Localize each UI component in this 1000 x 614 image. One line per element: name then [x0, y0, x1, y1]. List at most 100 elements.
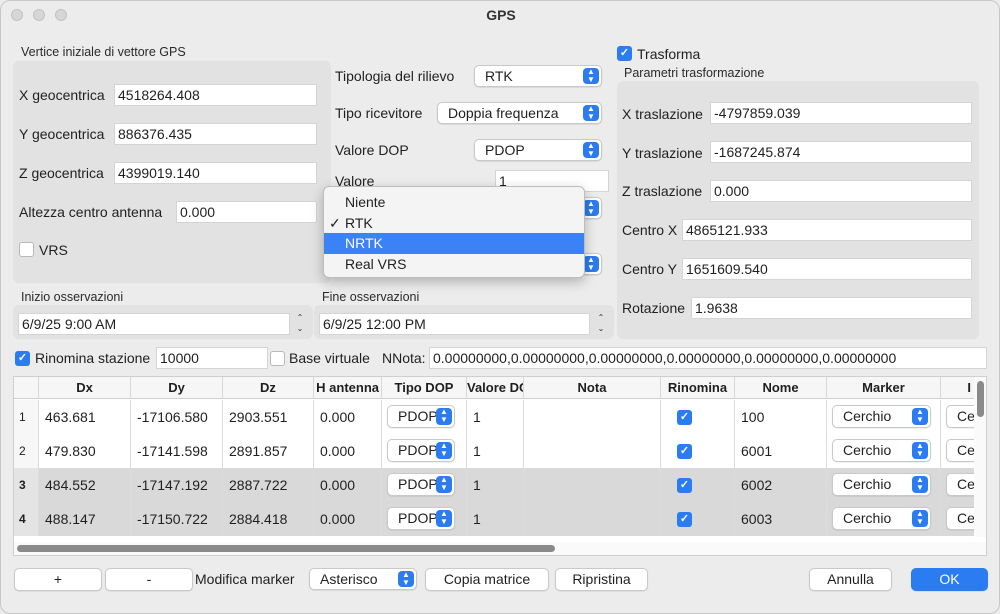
z-geocentric-field[interactable]: 4399019.140	[114, 162, 317, 184]
cell-dop-type-popup[interactable]: PDOP ▲ ▼	[387, 439, 455, 462]
end-observations-field[interactable]: 6/9/25 12:00 PM	[319, 313, 590, 335]
table-row[interactable]: 4 488.147 -17150.722 2884.418 0.000 PDOP ▲ ▼ 1 ✓ 6…	[14, 502, 986, 536]
ok-button[interactable]: OK	[911, 568, 988, 591]
y-translation-field[interactable]: -1687245.874	[710, 141, 972, 163]
cell-dy[interactable]: -17147.192	[131, 468, 223, 502]
cell-rename[interactable]: ✓	[661, 434, 735, 468]
cell-dop-value[interactable]: 1	[467, 502, 524, 536]
cell-rename[interactable]: ✓	[661, 468, 735, 502]
x-geocentric-field[interactable]: 4518264.408	[114, 84, 317, 106]
cell-dy[interactable]: -17141.598	[131, 434, 223, 468]
cell-marker[interactable]: Cerchio ▲ ▼	[827, 400, 941, 434]
cell-name[interactable]: 6003	[735, 502, 827, 536]
menu-item-rtk[interactable]: ✓ RTK	[324, 213, 584, 234]
cell-dop-type-popup[interactable]: PDOP ▲ ▼	[387, 405, 455, 428]
vertical-scrollbar-thumb[interactable]	[977, 381, 984, 417]
rename-checkbox[interactable]: ✓	[677, 512, 692, 527]
cell-name[interactable]: 6002	[735, 468, 827, 502]
cell-marker-popup[interactable]: Cerchio ▲ ▼	[832, 439, 931, 462]
antenna-height-field[interactable]: 0.000	[176, 201, 317, 223]
rename-checkbox[interactable]: ✓	[677, 478, 692, 493]
table-row[interactable]: 2 479.830 -17141.598 2891.857 0.000 PDOP ▲ ▼ 1 ✓ 6…	[14, 434, 986, 468]
cell-note[interactable]	[524, 434, 661, 468]
receiver-type-popup[interactable]: Doppia frequenza ▲ ▼	[437, 102, 602, 124]
cell-rename[interactable]: ✓	[661, 400, 735, 434]
column-header-dx[interactable]: Dx	[39, 377, 131, 399]
cell-h-antenna[interactable]: 0.000	[314, 400, 382, 434]
marker-popup[interactable]: Asterisco ▲ ▼	[309, 568, 417, 590]
cell-name[interactable]: 100	[735, 400, 827, 434]
z-translation-field[interactable]: 0.000	[710, 180, 972, 202]
close-window-button[interactable]	[11, 9, 23, 21]
cell-marker[interactable]: Cerchio ▲ ▼	[827, 502, 941, 536]
cell-marker-popup[interactable]: Cerchio ▲ ▼	[832, 507, 931, 530]
cell-dop-type[interactable]: PDOP ▲ ▼	[382, 400, 467, 434]
cell-dx[interactable]: 463.681	[39, 400, 131, 434]
cell-dx[interactable]: 484.552	[39, 468, 131, 502]
cell-dz[interactable]: 2891.857	[223, 434, 314, 468]
y-geocentric-field[interactable]: 886376.435	[114, 123, 317, 145]
column-header-h-antenna[interactable]: H antenna	[314, 377, 382, 399]
cell-dop-type[interactable]: PDOP ▲ ▼	[382, 502, 467, 536]
cell-dz[interactable]: 2887.722	[223, 468, 314, 502]
cell-dop-type[interactable]: PDOP ▲ ▼	[382, 468, 467, 502]
survey-type-popup[interactable]: RTK ▲ ▼	[474, 65, 602, 87]
center-x-field[interactable]: 4865121.933	[682, 219, 972, 241]
vertical-scrollbar-track[interactable]	[974, 377, 986, 537]
start-stepper[interactable]: ⌃ ⌄	[293, 312, 307, 336]
cell-note[interactable]	[524, 468, 661, 502]
rename-checkbox[interactable]: ✓	[677, 444, 692, 459]
cell-dop-type-popup[interactable]: PDOP ▲ ▼	[387, 507, 455, 530]
rename-station-checkbox[interactable]: ✓	[15, 351, 30, 366]
cell-rename[interactable]: ✓	[661, 502, 735, 536]
transform-checkbox[interactable]: ✓	[617, 46, 632, 61]
horizontal-scrollbar-track[interactable]	[14, 542, 986, 555]
cell-dop-value[interactable]: 1	[467, 468, 524, 502]
cell-dop-value[interactable]: 1	[467, 434, 524, 468]
table-row[interactable]: 3 484.552 -17147.192 2887.722 0.000 PDOP ▲ ▼ 1 ✓ 6…	[14, 468, 986, 502]
cell-h-antenna[interactable]: 0.000	[314, 468, 382, 502]
copy-matrix-button[interactable]: Copia matrice	[425, 568, 549, 591]
column-header-note[interactable]: Nota	[524, 377, 661, 399]
cell-name[interactable]: 6001	[735, 434, 827, 468]
column-header-name[interactable]: Nome	[735, 377, 827, 399]
cell-dy[interactable]: -17106.580	[131, 400, 223, 434]
menu-item-nrtk[interactable]: NRTK	[324, 233, 584, 254]
zoom-window-button[interactable]	[55, 9, 67, 21]
cell-note[interactable]	[524, 502, 661, 536]
start-observations-field[interactable]: 6/9/25 9:00 AM	[18, 313, 290, 335]
cell-marker[interactable]: Cerchio ▲ ▼	[827, 468, 941, 502]
cell-marker-popup[interactable]: Cerchio ▲ ▼	[832, 473, 931, 496]
note-field[interactable]: 0.00000000,0.00000000,0.00000000,0.00000…	[429, 347, 987, 369]
minimize-window-button[interactable]	[33, 9, 45, 21]
add-row-button[interactable]: +	[14, 568, 102, 591]
column-header-dop-type[interactable]: Tipo DOP	[382, 377, 467, 399]
cell-dx[interactable]: 479.830	[39, 434, 131, 468]
cell-marker[interactable]: Cerchio ▲ ▼	[827, 434, 941, 468]
menu-item-niente[interactable]: Niente	[324, 192, 584, 213]
cell-marker-popup[interactable]: Cerchio ▲ ▼	[832, 405, 931, 428]
x-translation-field[interactable]: -4797859.039	[710, 102, 972, 124]
end-stepper[interactable]: ⌃ ⌄	[594, 312, 608, 336]
cell-h-antenna[interactable]: 0.000	[314, 502, 382, 536]
cell-note[interactable]	[524, 400, 661, 434]
column-header-dz[interactable]: Dz	[223, 377, 314, 399]
cell-dop-value[interactable]: 1	[467, 400, 524, 434]
cell-dop-type[interactable]: PDOP ▲ ▼	[382, 434, 467, 468]
remove-row-button[interactable]: -	[105, 568, 193, 591]
horizontal-scrollbar-thumb[interactable]	[17, 545, 555, 552]
column-header-dop-value[interactable]: Valore DOP	[467, 377, 524, 399]
virtual-base-checkbox[interactable]	[270, 351, 285, 366]
menu-item-real-vrs[interactable]: Real VRS	[324, 254, 584, 275]
cell-dx[interactable]: 488.147	[39, 502, 131, 536]
dop-type-popup[interactable]: PDOP ▲ ▼	[474, 139, 602, 161]
rename-checkbox[interactable]: ✓	[677, 410, 692, 425]
vrs-checkbox[interactable]	[19, 242, 34, 257]
cell-h-antenna[interactable]: 0.000	[314, 434, 382, 468]
cell-dop-type-popup[interactable]: PDOP ▲ ▼	[387, 473, 455, 496]
column-header-dy[interactable]: Dy	[131, 377, 223, 399]
cell-dz[interactable]: 2884.418	[223, 502, 314, 536]
rotation-field[interactable]: 1.9638	[691, 297, 972, 319]
column-header-marker[interactable]: Marker	[827, 377, 941, 399]
rename-station-field[interactable]: 10000	[156, 347, 268, 369]
